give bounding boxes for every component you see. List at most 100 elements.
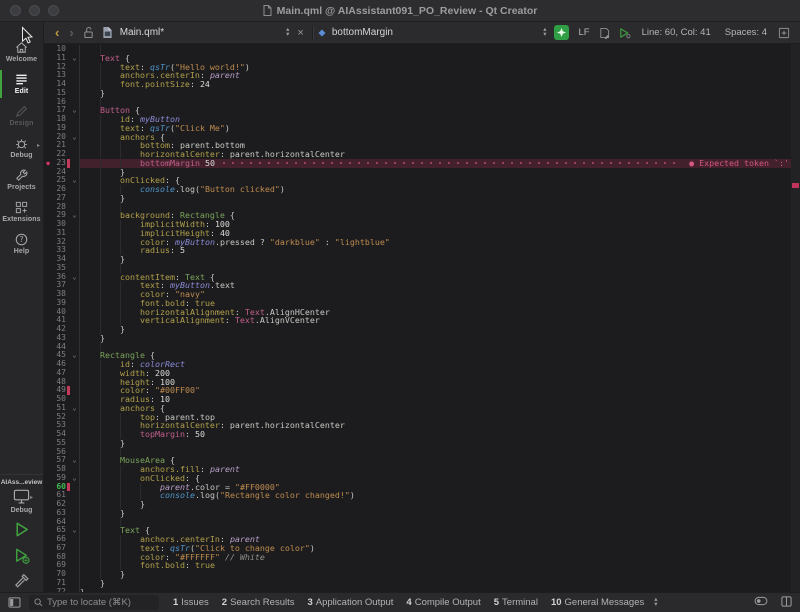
code-text[interactable]	[80, 343, 791, 352]
cursor-position-indicator[interactable]: Line: 60, Col: 41	[642, 27, 711, 38]
sidebar-item-debug[interactable]: ▸ Debug	[0, 132, 43, 164]
code-line[interactable]: 71}	[44, 579, 791, 588]
code-line[interactable]: 44	[44, 343, 791, 352]
file-dropdown-stepper[interactable]: ▴▾	[286, 28, 289, 36]
fold-marker[interactable]: ⌄	[70, 133, 80, 142]
fold-marker[interactable]: ⌄	[70, 351, 80, 360]
assistant-button[interactable]	[554, 25, 569, 40]
code-line[interactable]: 42}	[44, 325, 791, 334]
line-ending-selector[interactable]: LF	[578, 27, 589, 38]
code-text[interactable]: }	[80, 439, 791, 448]
output-pane-stepper[interactable]: ▴▾	[654, 598, 657, 607]
code-text[interactable]: }	[80, 588, 791, 593]
file-properties-button[interactable]	[599, 27, 610, 39]
code-text[interactable]: console.log("Rectangle color changed!")	[80, 491, 791, 500]
fold-marker[interactable]: ⌄	[70, 54, 80, 63]
code-line[interactable]: 43}	[44, 334, 791, 343]
code-text[interactable]: console.log("Button clicked")	[80, 185, 791, 194]
code-editor[interactable]: 1011⌄Text {12text: qsTr("Hello world!")1…	[44, 44, 800, 592]
close-document-button[interactable]: ×	[293, 27, 307, 39]
code-text[interactable]: topMargin: 50	[80, 430, 791, 439]
fold-marker[interactable]: ⌄	[70, 211, 80, 220]
scrollbar[interactable]	[791, 44, 800, 592]
code-text[interactable]: text: qsTr("Click Me")	[80, 124, 791, 133]
code-text[interactable]: Button {	[80, 106, 791, 115]
output-pane-button[interactable]: 10General Messages	[551, 597, 644, 608]
code-line[interactable]: 26console.log("Button clicked")	[44, 185, 791, 194]
qml-preview-button[interactable]	[618, 27, 631, 39]
code-line[interactable]: 62}	[44, 500, 791, 509]
go-back-button[interactable]: ‹	[50, 26, 64, 39]
fold-marker[interactable]: ⌄	[70, 474, 80, 483]
fold-marker[interactable]: ⌄	[70, 106, 80, 115]
indentation-indicator[interactable]: Spaces: 4	[725, 27, 767, 38]
go-forward-button[interactable]: ›	[64, 26, 78, 39]
code-line[interactable]: 34}	[44, 255, 791, 264]
kit-selector-button[interactable]: ▸	[12, 488, 31, 505]
code-text[interactable]: }	[80, 500, 791, 509]
code-text[interactable]: }	[80, 168, 791, 177]
code-text[interactable]	[80, 448, 791, 457]
code-line[interactable]: 33radius: 5	[44, 246, 791, 255]
code-line[interactable]: 69font.bold: true	[44, 561, 791, 570]
open-file-name[interactable]: Main.qml*	[120, 27, 164, 38]
fold-marker[interactable]: ⌄	[70, 404, 80, 413]
code-line[interactable]: 54topMargin: 50	[44, 430, 791, 439]
error-mark[interactable]	[792, 183, 799, 188]
debug-run-button[interactable]	[11, 544, 33, 566]
build-button[interactable]	[11, 570, 33, 592]
code-text[interactable]: color: myButton.pressed ? "darkblue" : "…	[80, 238, 791, 247]
code-line[interactable]: ●23bottomMargin 50● Expected token `:'	[44, 159, 791, 168]
code-line[interactable]: 41verticalAlignment: Text.AlignVCenter	[44, 316, 791, 325]
output-pane-button[interactable]: 5Terminal	[494, 597, 538, 608]
output-pane-button[interactable]: 1Issues	[173, 597, 209, 608]
sidebar-item-edit[interactable]: Edit	[0, 68, 43, 100]
code-line[interactable]: 10	[44, 45, 791, 54]
split-editor-button[interactable]	[778, 27, 790, 39]
code-line[interactable]: 16	[44, 98, 791, 107]
code-text[interactable]: }	[80, 89, 791, 98]
fold-marker[interactable]: ⌄	[70, 273, 80, 282]
sidebar-item-projects[interactable]: Projects	[0, 164, 43, 196]
code-text[interactable]: color: "#00FF00"	[80, 386, 791, 395]
code-line[interactable]: 72}	[44, 588, 791, 593]
code-text[interactable]: width: 200	[80, 369, 791, 378]
fold-marker[interactable]: ⌄	[70, 176, 80, 185]
code-line[interactable]: 27}	[44, 194, 791, 203]
code-text[interactable]: }	[80, 579, 791, 588]
code-line[interactable]: 14font.pointSize: 24	[44, 80, 791, 89]
file-lock-button[interactable]	[83, 26, 94, 39]
progress-details-button[interactable]	[754, 596, 768, 609]
code-text[interactable]: id: colorRect	[80, 360, 791, 369]
code-line[interactable]: 70}	[44, 570, 791, 579]
code-text[interactable]: }	[80, 570, 791, 579]
sidebar-item-extensions[interactable]: Extensions	[0, 196, 43, 228]
output-pane-button[interactable]: 2Search Results	[222, 597, 295, 608]
fold-marker[interactable]: ⌄	[70, 526, 80, 535]
code-text[interactable]: }	[80, 194, 791, 203]
line-number[interactable]: 72	[52, 588, 66, 593]
code-text[interactable]: Rectangle {	[80, 351, 791, 360]
code-text[interactable]	[80, 518, 791, 527]
code-line[interactable]: 61console.log("Rectangle color changed!"…	[44, 491, 791, 500]
code-text[interactable]: bottomMargin 50● Expected token `:'	[80, 159, 791, 168]
output-pane-button[interactable]: 4Compile Output	[406, 597, 480, 608]
code-line[interactable]: 59⌄onClicked: {	[44, 474, 791, 483]
symbol-selector[interactable]: bottomMargin	[317, 27, 393, 38]
run-button[interactable]	[11, 518, 33, 540]
code-text[interactable]: font.bold: true	[80, 561, 791, 570]
toggle-right-sidebar-button[interactable]	[781, 596, 792, 610]
symbol-dropdown-stepper[interactable]: ▴▾	[543, 28, 546, 36]
toggle-left-sidebar-button[interactable]	[8, 597, 21, 608]
code-text[interactable]: }	[80, 509, 791, 518]
code-text[interactable]	[80, 45, 791, 54]
code-line[interactable]: 63}	[44, 509, 791, 518]
code-text[interactable]: }	[80, 255, 791, 264]
code-line[interactable]: 55}	[44, 439, 791, 448]
output-pane-button[interactable]: 3Application Output	[307, 597, 393, 608]
code-text[interactable]: }	[80, 325, 791, 334]
code-text[interactable]	[80, 98, 791, 107]
code-text[interactable]: radius: 10	[80, 395, 791, 404]
code-text[interactable]: verticalAlignment: Text.AlignVCenter	[80, 316, 791, 325]
sidebar-item-help[interactable]: ? Help	[0, 228, 43, 260]
